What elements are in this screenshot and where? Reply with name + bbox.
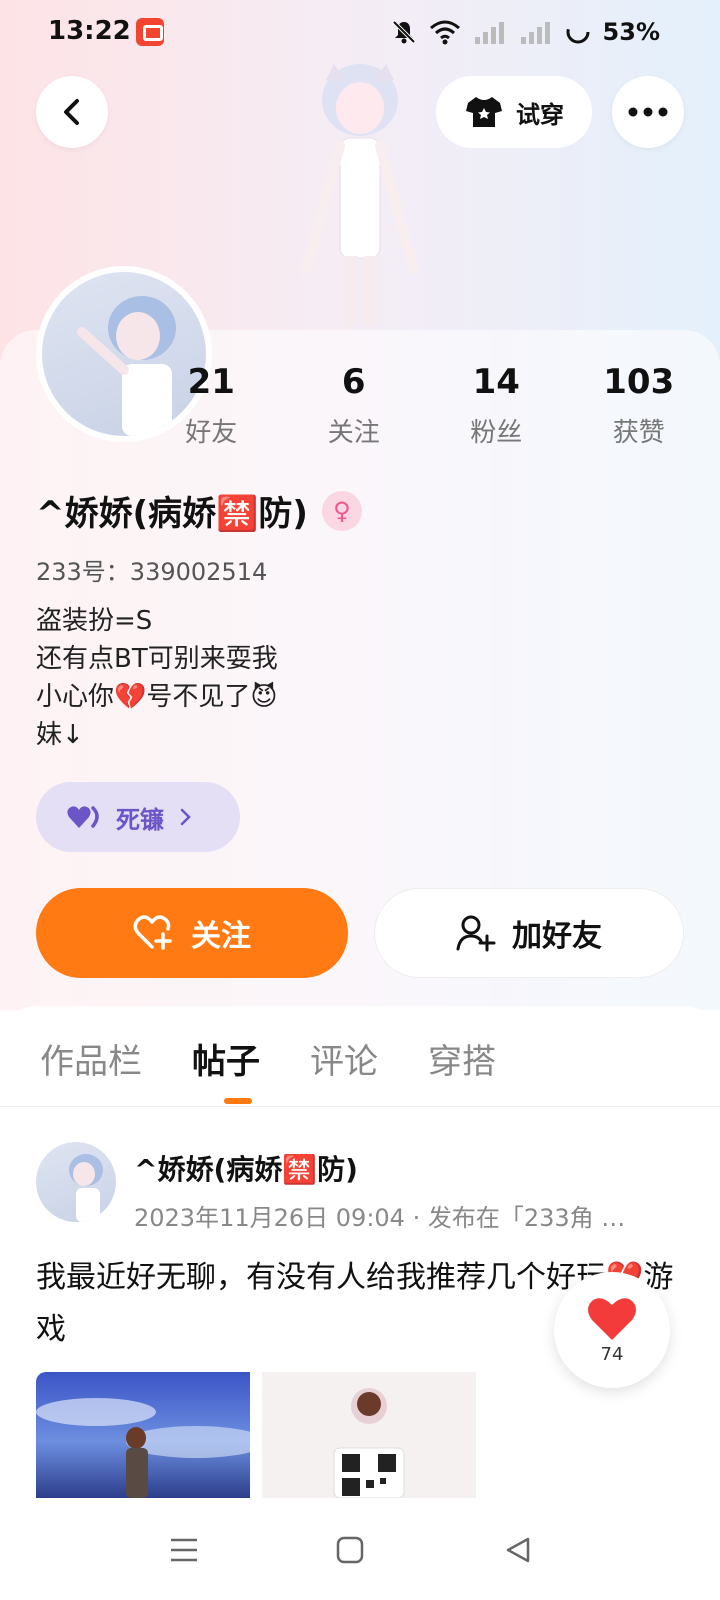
follow-button[interactable]: 关注 bbox=[36, 888, 348, 978]
heart-icon bbox=[588, 1297, 636, 1340]
system-nav-bar bbox=[0, 1500, 720, 1600]
signal-icon bbox=[474, 22, 504, 44]
active-tab-indicator bbox=[224, 1098, 252, 1104]
heart-icon bbox=[67, 806, 99, 828]
stat-value: 21 bbox=[187, 362, 235, 402]
stat-likes[interactable]: 103 获赞 bbox=[568, 362, 711, 449]
home-square-icon bbox=[336, 1536, 364, 1564]
stat-friends[interactable]: 21 好友 bbox=[140, 362, 283, 449]
add-friend-label: 加好友 bbox=[512, 919, 602, 954]
stat-value: 14 bbox=[472, 362, 520, 402]
app-notification-icon bbox=[136, 18, 164, 46]
title-chip-label: 死镰 bbox=[116, 805, 164, 834]
try-on-button[interactable]: 试穿 bbox=[436, 76, 592, 148]
ellipsis-icon bbox=[628, 107, 668, 117]
chevron-left-icon bbox=[64, 99, 79, 125]
stat-value: 103 bbox=[603, 362, 675, 402]
post-image[interactable] bbox=[262, 1372, 476, 1498]
like-button[interactable]: 74 bbox=[554, 1272, 670, 1388]
profile-stats: 21 好友 6 关注 14 粉丝 103 获赞 bbox=[140, 362, 710, 449]
profile-bio: 盗装扮=S 还有点BT可别来耍我 小心你💔号不见了😈 妹↓ bbox=[36, 602, 278, 754]
content-tabs: 作品栏 帖子 评论 穿搭 bbox=[40, 1034, 496, 1083]
tab-posts[interactable]: 帖子 bbox=[192, 1034, 260, 1083]
battery-percent: 53% bbox=[602, 18, 660, 46]
gender-female-icon: ♀ bbox=[321, 490, 362, 531]
signal-icon bbox=[520, 22, 550, 44]
tshirt-icon bbox=[466, 97, 502, 127]
back-triangle-icon bbox=[506, 1537, 530, 1563]
stat-label: 关注 bbox=[327, 418, 380, 448]
battery-icon bbox=[566, 20, 590, 44]
tab-outfits[interactable]: 穿搭 bbox=[428, 1034, 496, 1083]
add-user-icon bbox=[456, 915, 496, 952]
bio-line: 小心你💔号不见了😈 bbox=[36, 682, 278, 712]
tab-comments[interactable]: 评论 bbox=[310, 1034, 378, 1083]
avatar-character-figure bbox=[301, 64, 419, 326]
stat-followers[interactable]: 14 粉丝 bbox=[425, 362, 568, 449]
post-author-avatar[interactable] bbox=[36, 1142, 116, 1222]
tab-works[interactable]: 作品栏 bbox=[40, 1034, 142, 1083]
home-button[interactable] bbox=[330, 1530, 370, 1570]
try-on-label: 试穿 bbox=[516, 100, 564, 129]
user-id: 233号：339002514 bbox=[36, 558, 268, 586]
like-count: 74 bbox=[600, 1343, 624, 1365]
add-friend-button[interactable]: 加好友 bbox=[374, 888, 684, 978]
profile-name: ^娇娇(病娇🈲防) bbox=[36, 494, 308, 534]
status-time: 13:22 bbox=[48, 16, 131, 46]
follow-label: 关注 bbox=[191, 919, 251, 954]
heart-plus-icon bbox=[133, 915, 172, 950]
stat-following[interactable]: 6 关注 bbox=[283, 362, 426, 449]
stat-label: 粉丝 bbox=[470, 418, 523, 448]
title-chip[interactable]: 死镰 bbox=[36, 782, 240, 852]
wifi-icon bbox=[429, 20, 460, 45]
recent-apps-button[interactable] bbox=[164, 1530, 204, 1570]
bio-line: 盗装扮=S bbox=[36, 606, 153, 636]
chevron-right-icon bbox=[180, 808, 191, 826]
post-image[interactable] bbox=[36, 1372, 250, 1498]
status-icons: 53% bbox=[391, 18, 660, 46]
post-meta: 2023年11月26日 09:04 · 发布在「233角 … bbox=[134, 1204, 626, 1232]
menu-icon bbox=[171, 1538, 197, 1562]
back-button[interactable] bbox=[36, 76, 108, 148]
more-options-button[interactable] bbox=[612, 76, 684, 148]
system-back-button[interactable] bbox=[498, 1530, 538, 1570]
stat-label: 获赞 bbox=[612, 418, 665, 448]
profile-name-row: ^娇娇(病娇🈲防) ♀ bbox=[36, 486, 362, 535]
mute-icon bbox=[392, 20, 415, 44]
bio-line: 还有点BT可别来耍我 bbox=[36, 644, 278, 674]
bio-line: 妹↓ bbox=[36, 720, 84, 750]
divider bbox=[0, 1106, 720, 1107]
stat-label: 好友 bbox=[185, 418, 238, 448]
stat-value: 6 bbox=[341, 362, 366, 402]
status-bar: 13:22 53% bbox=[0, 0, 720, 64]
post-author-name[interactable]: ^娇娇(病娇🈲防) bbox=[134, 1148, 358, 1188]
